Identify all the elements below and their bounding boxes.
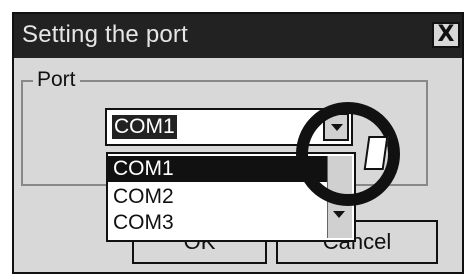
option-com2[interactable]: COM2 xyxy=(108,184,329,210)
title-bar: Setting the port X xyxy=(14,14,462,58)
scroll-down-icon[interactable] xyxy=(333,211,345,218)
close-button[interactable]: X xyxy=(432,22,460,48)
selected-port: COM1 xyxy=(112,115,177,139)
dialog-title: Setting the port xyxy=(22,21,188,48)
port-group-label: Port xyxy=(33,68,80,92)
option-com3[interactable]: COM3 xyxy=(108,210,329,236)
